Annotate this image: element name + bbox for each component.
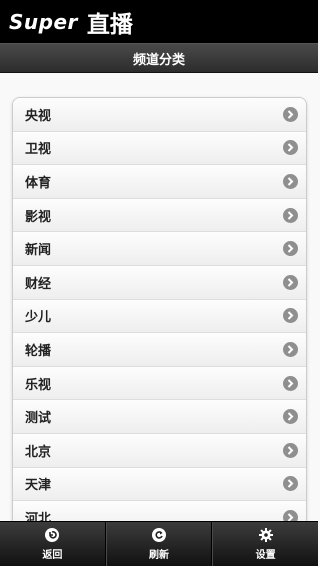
list-item-label: 测试 xyxy=(25,411,52,427)
app-header: Super 直播 xyxy=(0,0,318,43)
list-item[interactable]: 央视 xyxy=(13,98,306,132)
category-list: 央视 卫视 体育 影视 新闻 财经 少儿 轮播 乐视 测试 北京 天津 河北 xyxy=(12,97,307,521)
chevron-right-icon xyxy=(283,173,298,189)
list-item[interactable]: 乐视 xyxy=(13,366,306,401)
chevron-right-icon xyxy=(283,509,298,521)
list-item-label: 轮播 xyxy=(25,343,52,359)
logo-cjk-text: 直播 xyxy=(86,11,133,38)
chevron-right-icon xyxy=(283,409,298,425)
list-item[interactable]: 影视 xyxy=(13,198,306,233)
list-item[interactable]: 测试 xyxy=(13,400,306,434)
chevron-right-icon xyxy=(283,442,298,458)
back-button[interactable]: 返回 xyxy=(0,522,106,566)
list-item-label: 北京 xyxy=(25,444,52,460)
settings-button-label: 设置 xyxy=(255,549,276,561)
chevron-right-icon xyxy=(283,241,298,257)
list-item[interactable]: 财经 xyxy=(13,265,306,300)
list-item[interactable]: 北京 xyxy=(13,433,306,468)
chevron-right-icon xyxy=(283,140,298,156)
list-item[interactable]: 体育 xyxy=(13,165,306,199)
back-button-label: 返回 xyxy=(42,549,63,561)
list-item[interactable]: 新闻 xyxy=(13,232,306,266)
list-item-label: 央视 xyxy=(25,108,52,124)
settings-button[interactable]: 设置 xyxy=(212,522,318,566)
chevron-right-icon xyxy=(283,341,298,357)
list-item-label: 卫视 xyxy=(25,142,52,158)
title-bar: 频道分类 xyxy=(0,43,318,73)
category-scroll-area[interactable]: 央视 卫视 体育 影视 新闻 财经 少儿 轮播 乐视 测试 北京 天津 河北 xyxy=(0,73,318,521)
back-icon xyxy=(45,527,60,542)
chevron-right-icon xyxy=(283,308,298,324)
chevron-right-icon xyxy=(283,476,298,492)
list-item[interactable]: 卫视 xyxy=(13,131,306,166)
list-item[interactable]: 河北 xyxy=(13,501,306,521)
list-item[interactable]: 天津 xyxy=(13,467,306,502)
list-item-label: 少儿 xyxy=(25,310,52,326)
logo-latin-text: Super xyxy=(9,9,78,34)
list-item-label: 乐视 xyxy=(25,377,52,393)
list-item-label: 天津 xyxy=(25,478,52,494)
list-item-label: 影视 xyxy=(25,209,52,225)
list-item[interactable]: 轮播 xyxy=(13,333,306,367)
list-item-label: 河北 xyxy=(25,511,52,521)
list-item-label: 财经 xyxy=(25,276,52,292)
chevron-right-icon xyxy=(283,375,298,391)
chevron-right-icon xyxy=(283,207,298,223)
refresh-button[interactable]: 刷新 xyxy=(105,522,213,566)
refresh-icon xyxy=(152,527,166,542)
list-item-label: 新闻 xyxy=(25,243,52,259)
bottom-toolbar: 返回 刷新 设置 xyxy=(0,521,318,566)
list-item[interactable]: 少儿 xyxy=(13,299,306,334)
page-title: 频道分类 xyxy=(132,52,185,68)
chevron-right-icon xyxy=(283,106,298,122)
refresh-button-label: 刷新 xyxy=(149,549,169,561)
chevron-right-icon xyxy=(283,274,298,290)
gear-icon xyxy=(258,527,273,542)
list-item-label: 体育 xyxy=(25,175,52,191)
